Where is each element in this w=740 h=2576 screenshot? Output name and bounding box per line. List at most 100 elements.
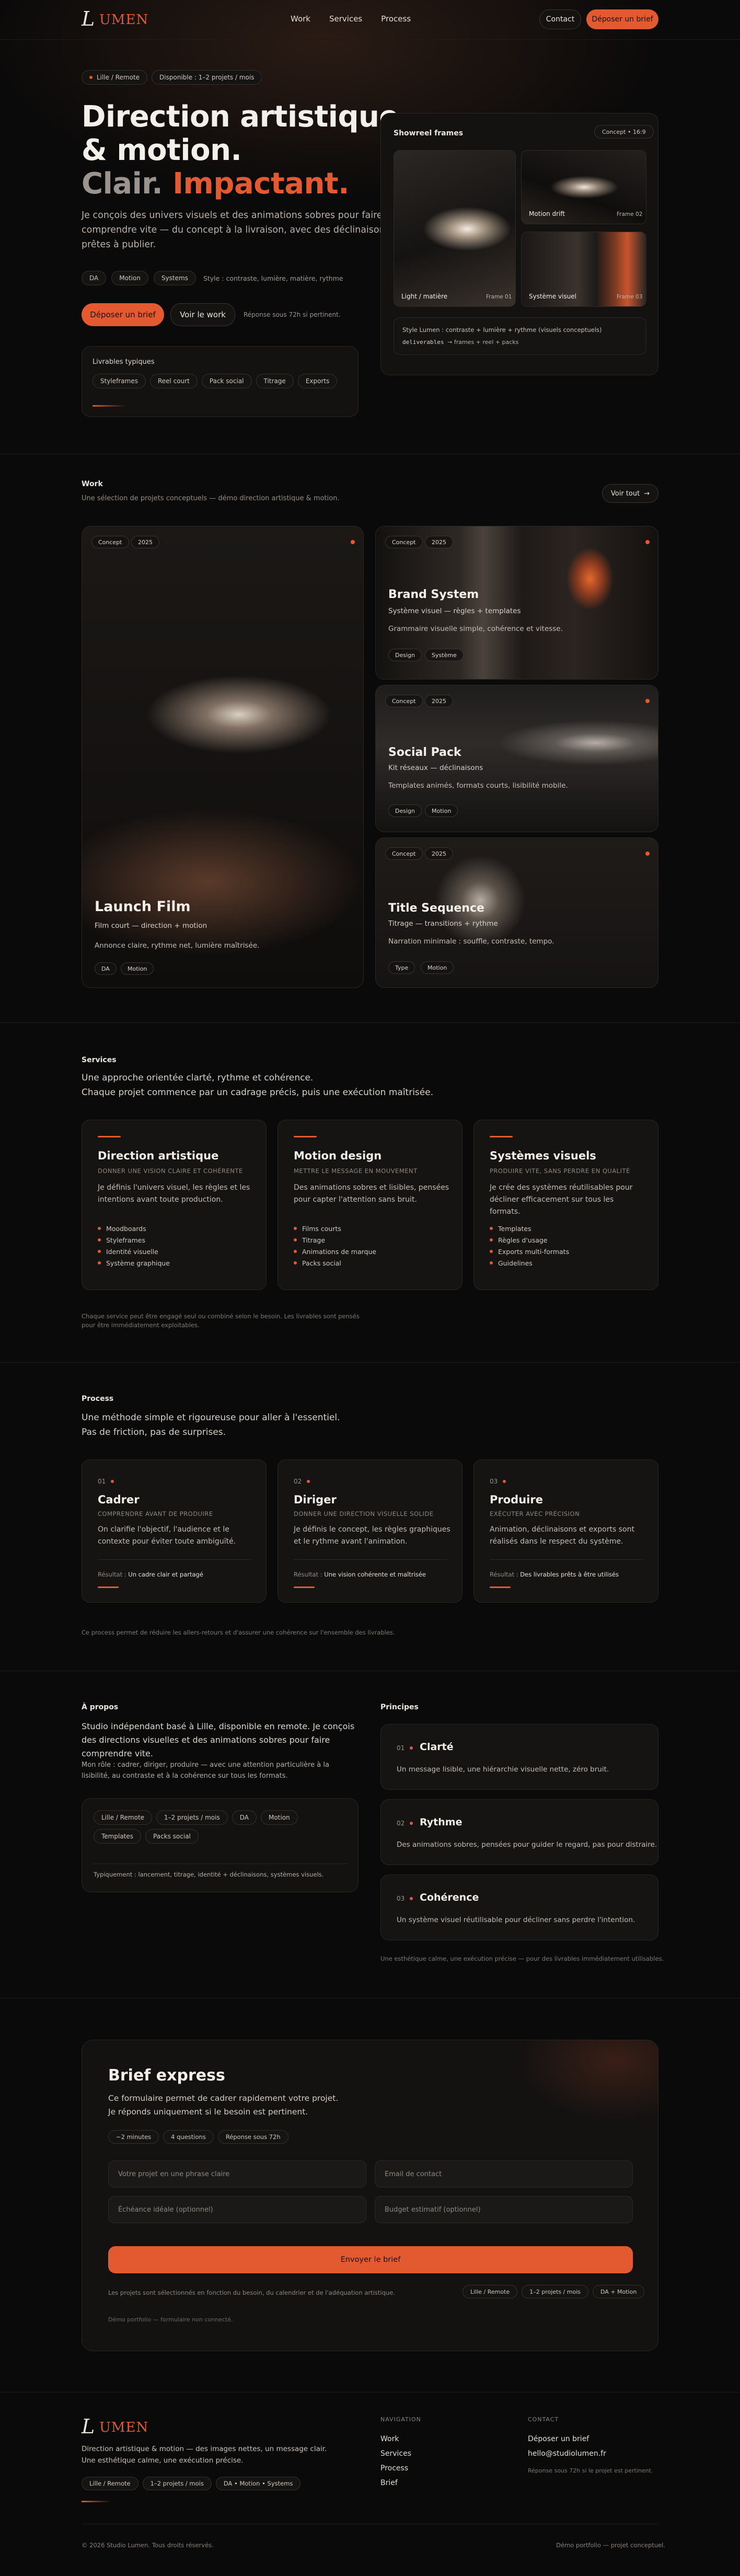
section-divider	[0, 1022, 740, 1023]
principle-description: Un système visuel réutilisable pour décl…	[397, 1916, 635, 1924]
brief-title: Brief express	[108, 2066, 225, 2085]
arrow-right-icon: →	[644, 489, 650, 498]
service-caption: Mettre le message en mouvement	[294, 1167, 418, 1175]
deliverable-chip: Styleframes	[92, 374, 146, 388]
footer-chip: DA • Motion • Systems	[215, 2477, 301, 2490]
services-head: Une approche orientée clarté, rythme et …	[82, 1071, 433, 1100]
project-card-launch-film[interactable]: Concept 2025 Launch Film Film court — di…	[82, 526, 364, 988]
submit-brief-button[interactable]: Envoyer le brief	[108, 2246, 633, 2273]
deliverables-panel: Livrables typiques Styleframes Reel cour…	[82, 346, 359, 417]
principle-description: Un message lisible, une hiérarchie visue…	[397, 1765, 609, 1774]
tags-note: Style : contraste, lumière, matière, ryt…	[203, 274, 343, 282]
footer-contact-note: Réponse sous 72h si le projet est pertin…	[528, 2467, 653, 2474]
project-chip: Concept	[385, 536, 423, 548]
footer-logo[interactable]: L UMEN	[82, 2415, 148, 2439]
frame-motion-drift[interactable]: Motion drift Frame 02	[521, 150, 646, 224]
accent-line	[490, 1586, 511, 1588]
about-chip: Lille / Remote	[94, 1810, 153, 1825]
project-description: Narration minimale : souffle, contraste,…	[388, 937, 554, 946]
principle-dot-icon	[410, 1746, 413, 1750]
footer-link-process[interactable]: Process	[380, 2461, 411, 2476]
project-card-brand-system[interactable]: Concept 2025 Brand System Système visuel…	[375, 526, 658, 680]
result-label: Résultat :	[294, 1571, 322, 1578]
footer-email-link[interactable]: hello@studiolumen.fr	[528, 2446, 606, 2461]
footer-link-brief[interactable]: Brief	[380, 2476, 411, 2490]
service-title: Systèmes visuels	[490, 1149, 596, 1162]
nav-link-services[interactable]: Services	[329, 14, 362, 24]
process-step-cadrer: 01 Cadrer Comprendre avant de produire O…	[82, 1459, 267, 1603]
nav-contact-button[interactable]: Contact	[539, 9, 581, 29]
footer-nav: Work Services Process Brief	[380, 2432, 411, 2490]
nav-brief-button[interactable]: Déposer un brief	[586, 9, 658, 29]
footer-brief-link[interactable]: Déposer un brief	[528, 2432, 606, 2446]
service-bullets: Films courts Titrage Animations de marqu…	[294, 1223, 376, 1269]
hero-brief-button[interactable]: Déposer un brief	[82, 303, 164, 326]
bullet-dot-icon	[294, 1238, 297, 1241]
logo[interactable]: L UMEN	[82, 7, 148, 31]
principle-card-rythme: 02 Rythme Des animations sobres, pensées…	[380, 1799, 658, 1865]
logo-mark: UMEN	[99, 2420, 149, 2435]
deliverable-chip: Titrage	[256, 374, 294, 388]
brief-lead: Ce formulaire permet de cadrer rapidemen…	[108, 2091, 338, 2119]
list-item: Identité visuelle	[98, 1246, 170, 1257]
frame-light-matiere[interactable]: Light / matière Frame 01	[394, 150, 516, 307]
top-nav: L UMEN Work Services Process Contact Dép…	[0, 0, 740, 40]
hero-work-button[interactable]: Voir le work	[170, 303, 235, 326]
view-all-button[interactable]: Voir tout →	[602, 484, 658, 503]
bullet-text: Films courts	[302, 1224, 341, 1233]
project-card-title-sequence[interactable]: Concept 2025 Title Sequence Titrage — tr…	[375, 837, 658, 988]
list-item: Templates	[490, 1223, 569, 1234]
hero-title-line1: Direction artistique	[82, 100, 399, 134]
list-item: Exports multi-formats	[490, 1246, 569, 1257]
footer-accent-line	[82, 2501, 111, 2502]
project-subtitle: Kit réseaux — déclinaisons	[388, 764, 483, 772]
bullet-dot-icon	[490, 1227, 493, 1230]
hero-tags: DA Motion Systems Style : contraste, lum…	[82, 271, 343, 285]
step-title: Diriger	[294, 1493, 337, 1506]
section-divider	[0, 2392, 740, 2393]
project-card-social-pack[interactable]: Concept 2025 Social Pack Kit réseaux — d…	[375, 685, 658, 832]
footer-link-work[interactable]: Work	[380, 2432, 411, 2446]
style-note: Style Lumen : contraste + lumière + ryth…	[394, 317, 646, 355]
service-card-systems: Systèmes visuels Produire vite, sans per…	[473, 1120, 658, 1290]
nav-link-work[interactable]: Work	[291, 14, 310, 24]
step-title: Cadrer	[98, 1493, 140, 1506]
principle-dot-icon	[410, 1822, 413, 1825]
list-item: Titrage	[294, 1234, 376, 1246]
deadline-input[interactable]: Échéance idéale (optionnel)	[108, 2196, 366, 2223]
email-field[interactable]: Email de contact	[375, 2160, 633, 2188]
bullet-text: Animations de marque	[302, 1247, 377, 1256]
bullet-text: Packs social	[302, 1259, 341, 1267]
availability-chip: Disponible : 1–2 projets / mois	[152, 70, 262, 85]
frame-tag: Frame 01	[486, 294, 512, 300]
services-label: Services	[82, 1056, 117, 1064]
status-dot-icon	[645, 699, 650, 703]
project-chip: Concept	[385, 695, 423, 707]
step-number: 03	[490, 1478, 506, 1485]
footer-link-services[interactable]: Services	[380, 2446, 411, 2461]
about-chip: DA	[232, 1810, 257, 1825]
principle-title: Cohérence	[420, 1892, 479, 1903]
service-description: Des animations sobres et lisibles, pensé…	[294, 1183, 449, 1204]
service-caption: Donner une vision claire et cohérente	[98, 1167, 243, 1175]
footer-contact-title: Contact	[528, 2416, 559, 2423]
frame-systeme-visuel[interactable]: Système visuel Frame 03	[521, 232, 646, 307]
nav-link-process[interactable]: Process	[381, 14, 411, 24]
style-code: deliverables → frames + reel + packs	[402, 339, 518, 346]
about-body: Mon rôle : cadrer, diriger, produire — a…	[82, 1761, 329, 1780]
tag-motion: Motion	[111, 271, 148, 285]
budget-input[interactable]: Budget estimatif (optionnel)	[375, 2196, 633, 2223]
deliverable-chip: Pack social	[201, 374, 252, 388]
frame-label: Light / matière	[401, 293, 448, 300]
showreel-title: Showreel frames	[394, 129, 464, 137]
about-typing: Typiquement : lancement, titrage, identi…	[94, 1865, 323, 1884]
principle-description: Des animations sobres, pensées pour guid…	[397, 1841, 657, 1849]
principle-number: 03	[397, 1895, 413, 1902]
bullet-text: Guidelines	[498, 1259, 533, 1267]
result-value: Un cadre clair et partagé	[128, 1571, 203, 1578]
project-chip: Concept	[91, 536, 129, 548]
step-result: Résultat : Des livrables prêts à être ut…	[490, 1571, 619, 1578]
result-label: Résultat :	[98, 1571, 126, 1578]
project-input[interactable]: Votre projet en une phrase claire	[108, 2160, 366, 2188]
bullet-dot-icon	[294, 1250, 297, 1253]
